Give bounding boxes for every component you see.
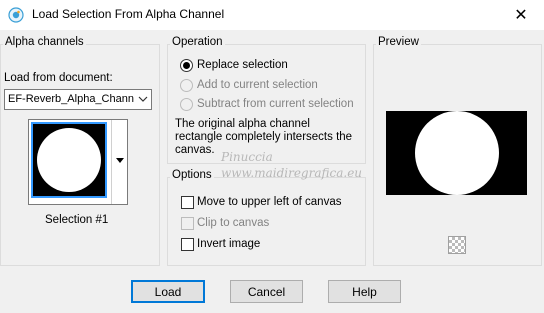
selection-thumbnail bbox=[31, 122, 107, 198]
subtract-from-selection-radio[interactable] bbox=[180, 98, 193, 111]
replace-selection-label: Replace selection bbox=[197, 59, 288, 71]
window-title: Load Selection From Alpha Channel bbox=[32, 7, 225, 21]
thumbnail-dropdown-button[interactable] bbox=[111, 120, 127, 204]
operation-info-line-3: canvas. bbox=[175, 144, 215, 156]
title-bar: Load Selection From Alpha Channel ✕ bbox=[0, 0, 544, 30]
chevron-down-icon bbox=[138, 96, 148, 102]
add-to-selection-radio[interactable] bbox=[180, 79, 193, 92]
selection-name-label: Selection #1 bbox=[45, 214, 109, 226]
add-to-selection-label: Add to current selection bbox=[197, 79, 318, 91]
preview-title: Preview bbox=[376, 36, 421, 48]
selection-thumbnail-picker[interactable] bbox=[28, 119, 128, 205]
watermark-name: Pinuccia bbox=[221, 150, 273, 164]
help-button[interactable]: Help bbox=[328, 280, 401, 303]
alpha-channels-title: Alpha channels bbox=[3, 36, 86, 48]
load-from-document-label: Load from document: bbox=[4, 72, 113, 84]
document-select-value: EF-Reverb_Alpha_Chann bbox=[8, 93, 134, 105]
move-to-upper-left-checkbox[interactable] bbox=[181, 196, 194, 209]
invert-image-label: Invert image bbox=[197, 238, 261, 250]
options-title: Options bbox=[170, 169, 214, 181]
dropdown-arrow-icon bbox=[116, 158, 124, 163]
watermark-url: www.maidiregrafica.eu bbox=[221, 166, 363, 180]
document-select[interactable]: EF-Reverb_Alpha_Chann bbox=[4, 89, 152, 110]
operation-info-line-2: rectangle completely intersects the bbox=[175, 131, 353, 143]
move-to-upper-left-label: Move to upper left of canvas bbox=[197, 196, 342, 208]
preview-selection-shape bbox=[415, 111, 499, 195]
invert-image-checkbox[interactable] bbox=[181, 238, 194, 251]
operation-info-line-1: The original alpha channel bbox=[175, 118, 310, 130]
clip-to-canvas-label: Clip to canvas bbox=[197, 217, 270, 229]
preview-image bbox=[386, 111, 527, 195]
transparency-checker-icon[interactable] bbox=[448, 236, 466, 254]
close-icon: ✕ bbox=[514, 7, 528, 24]
close-button[interactable]: ✕ bbox=[498, 0, 544, 30]
cancel-button[interactable]: Cancel bbox=[230, 280, 303, 303]
replace-selection-radio[interactable] bbox=[180, 59, 193, 72]
selection-shape-preview bbox=[37, 128, 101, 192]
paintshop-app-icon bbox=[8, 7, 24, 23]
subtract-from-selection-label: Subtract from current selection bbox=[197, 98, 354, 110]
load-button[interactable]: Load bbox=[131, 280, 205, 303]
operation-title: Operation bbox=[170, 36, 225, 48]
clip-to-canvas-checkbox[interactable] bbox=[181, 217, 194, 230]
